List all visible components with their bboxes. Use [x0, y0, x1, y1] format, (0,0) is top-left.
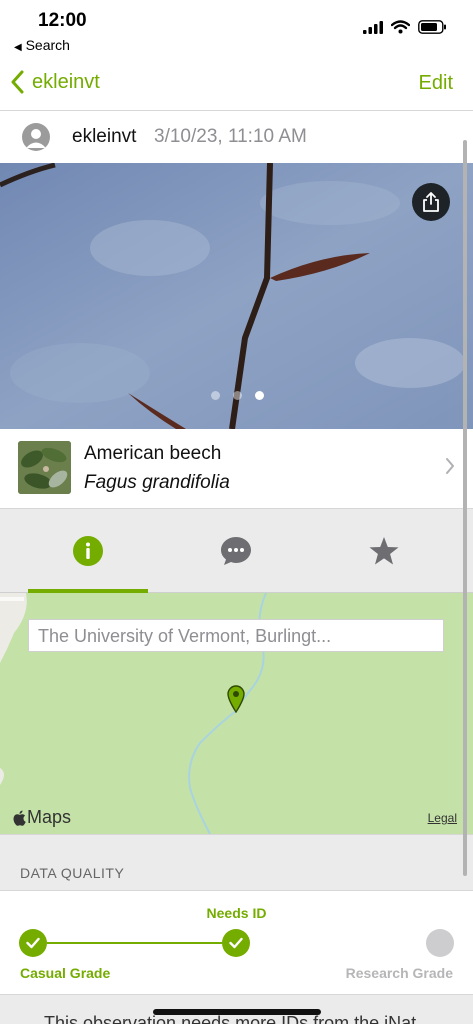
- taxon-photo: [18, 441, 71, 494]
- info-icon: [73, 536, 103, 566]
- comments-icon: [221, 537, 251, 565]
- status-bar: 12:00 ◀ Search: [0, 0, 473, 58]
- battery-icon: [418, 20, 446, 34]
- navigation-bar: ekleinvt Edit: [0, 58, 473, 111]
- status-back-to-search[interactable]: ◀ Search: [14, 37, 70, 53]
- apple-maps-logo: Maps: [12, 807, 71, 828]
- checkmark-icon: [26, 937, 40, 949]
- maps-provider-label: Maps: [27, 807, 72, 827]
- back-triangle-icon: ◀: [14, 42, 22, 53]
- tab-comments[interactable]: [176, 509, 296, 593]
- chevron-left-icon: [11, 70, 24, 94]
- share-icon: [423, 192, 439, 212]
- back-button-label: ekleinvt: [32, 70, 100, 93]
- map-place-field: The University of Vermont, Burlingt...: [28, 619, 444, 652]
- data-quality-title: DATA QUALITY: [20, 865, 125, 881]
- home-indicator[interactable]: [153, 1009, 321, 1015]
- casual-grade-label: Casual Grade: [20, 965, 111, 981]
- status-time: 12:00: [38, 10, 87, 31]
- taxon-thumbnail: [18, 441, 71, 494]
- taxon-scientific-name: Fagus grandifolia: [84, 472, 230, 493]
- map-pin-icon: [227, 685, 245, 713]
- back-button[interactable]: ekleinvt: [10, 70, 100, 94]
- observation-date: 3/10/23, 11:10 AM: [154, 126, 307, 147]
- location-map[interactable]: The University of Vermont, Burlingt... M…: [0, 593, 473, 834]
- edit-button[interactable]: Edit: [419, 72, 453, 95]
- observer-row[interactable]: ekleinvt 3/10/23, 11:10 AM: [0, 111, 473, 163]
- casual-grade-check: [19, 929, 47, 957]
- tab-info[interactable]: [28, 509, 148, 593]
- photo-image: [0, 163, 473, 429]
- avatar: [22, 123, 50, 151]
- checkmark-icon: [229, 937, 243, 949]
- wifi-icon: [391, 20, 410, 34]
- research-grade-indicator: [426, 929, 454, 957]
- observation-tabs: [0, 509, 473, 593]
- needs-id-check: [222, 929, 250, 957]
- user-placeholder-icon: [26, 129, 46, 148]
- research-grade-label: Research Grade: [345, 965, 453, 981]
- tab-favorites[interactable]: [324, 509, 444, 593]
- chevron-right-icon: [446, 458, 454, 474]
- data-quality-panel: Needs ID Casual Grade Research Grade: [0, 890, 473, 994]
- taxon-common-name: American beech: [84, 443, 222, 464]
- status-icons: [363, 20, 447, 34]
- taxon-row[interactable]: American beech Fagus grandifolia: [0, 429, 473, 509]
- pager-dot[interactable]: [211, 391, 220, 400]
- share-button[interactable]: [412, 183, 450, 221]
- observation-photo[interactable]: [0, 163, 473, 429]
- data-quality-header: DATA QUALITY: [0, 834, 473, 890]
- cellular-signal-icon: [363, 20, 383, 34]
- pager-dot-active[interactable]: [255, 391, 264, 400]
- pager-dot[interactable]: [233, 391, 242, 400]
- star-icon: [369, 537, 399, 565]
- apple-logo-icon: [13, 810, 26, 826]
- photo-pager[interactable]: [211, 391, 264, 400]
- observer-name: ekleinvt: [72, 126, 137, 147]
- quality-progress-line: [47, 942, 222, 944]
- status-back-label: Search: [25, 37, 70, 53]
- map-legal-link[interactable]: Legal: [428, 811, 457, 825]
- needs-id-label: Needs ID: [206, 905, 267, 921]
- scroll-indicator[interactable]: [463, 140, 467, 876]
